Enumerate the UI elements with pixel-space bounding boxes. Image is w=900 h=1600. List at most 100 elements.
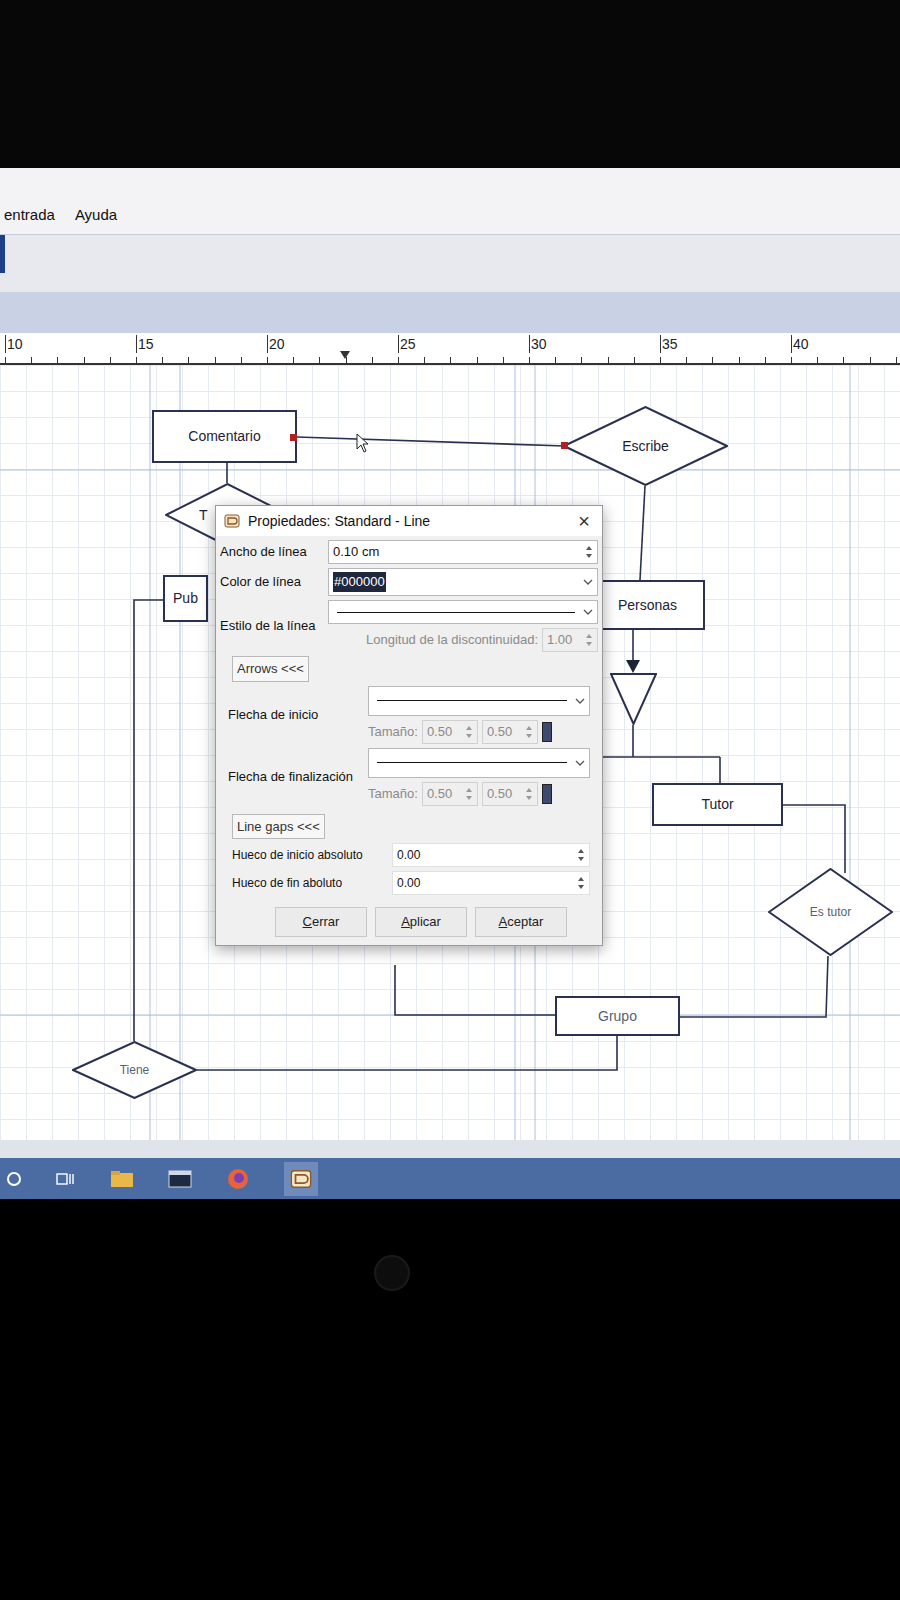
menu-item[interactable]: Ayuda [75, 204, 117, 227]
gap-value[interactable]: 0.00 [397, 846, 420, 864]
field-label: Ancho de línea [220, 542, 328, 562]
bezel-bottom [0, 1199, 900, 1600]
isa-triangle[interactable] [610, 673, 657, 725]
dialog-button[interactable]: Aceptar [475, 907, 567, 937]
laptop-logo-icon [372, 1253, 412, 1293]
relation-node[interactable]: Tiene [72, 1041, 197, 1099]
mouse-cursor-icon [356, 433, 370, 453]
field[interactable]: 0.50 [422, 782, 478, 806]
size-value[interactable]: 0.50 [427, 784, 452, 804]
size-link-button[interactable] [542, 722, 552, 742]
connection-handle[interactable] [561, 442, 568, 449]
ruler-number: 10 [5, 335, 23, 353]
spin-icon[interactable] [577, 876, 585, 890]
dialog-button[interactable]: Cerrar [275, 907, 367, 937]
chevron-down-icon[interactable] [583, 578, 593, 586]
dia-taskbar-button[interactable] [284, 1162, 318, 1196]
size-value[interactable]: 0.50 [427, 722, 452, 742]
diagram-canvas[interactable]: ComentarioEscribeTPubPersonasTutorEs tut… [0, 365, 900, 1140]
relation-node[interactable]: Escribe [563, 406, 728, 486]
entity-node[interactable]: Grupo [555, 996, 680, 1036]
dia-app-icon [290, 1169, 312, 1189]
spin-icon[interactable] [465, 725, 473, 739]
field[interactable]: 0.10 cm [328, 540, 598, 564]
width-row: Ancho de línea0.10 cm [220, 540, 598, 564]
field[interactable] [368, 686, 590, 716]
field[interactable]: 0.00 [392, 843, 590, 867]
toolbar-tool[interactable] [0, 235, 5, 273]
field[interactable]: 0.50 [422, 720, 478, 744]
arrows-toggle[interactable]: Arrows <<< [232, 656, 309, 682]
field[interactable]: 0.00 [392, 871, 590, 895]
color-row: Color de línea#000000 [220, 568, 598, 596]
chevron-down-icon[interactable] [575, 759, 585, 767]
spin-icon[interactable] [525, 725, 533, 739]
spin-icon[interactable] [465, 787, 473, 801]
task-view-icon[interactable] [56, 1171, 76, 1187]
size-value[interactable]: 0.50 [487, 784, 512, 804]
width-value[interactable]: 0.10 cm [333, 542, 379, 562]
bezel-top [0, 0, 900, 168]
line-gaps-toggle[interactable]: Line gaps <<< [232, 814, 325, 840]
entity-node[interactable]: Pub [163, 575, 208, 622]
chevron-down-icon[interactable] [583, 608, 593, 616]
close-button[interactable]: × [574, 511, 594, 531]
dash-length-row: Longitud de la discontinuidad: 1.00 [328, 628, 598, 652]
field[interactable]: 1.00 [542, 628, 598, 652]
ruler-number: 15 [136, 335, 154, 353]
field-label: Flecha de finalización [228, 767, 368, 787]
dash-length-value[interactable]: 1.00 [547, 630, 572, 650]
spin-icon[interactable] [585, 633, 593, 647]
ribbon-band [0, 292, 900, 333]
arrow-row: Flecha de inicioTamaño: 0.50 0.50 [220, 686, 598, 744]
gap-value[interactable]: 0.00 [397, 874, 420, 892]
arrow-size-row: Tamaño: 0.50 0.50 [368, 720, 598, 744]
folder-icon[interactable] [110, 1170, 134, 1188]
field-label: Hueco de fin aboluto [232, 874, 392, 892]
search-circle-icon[interactable] [6, 1171, 22, 1187]
dialog-buttons: Cerrar Aplicar Aceptar [220, 907, 598, 937]
size-label: Tamaño: [368, 722, 418, 742]
ruler-number: 30 [529, 335, 547, 353]
size-value[interactable]: 0.50 [487, 722, 512, 742]
ruler-number: 35 [660, 335, 678, 353]
field[interactable]: #000000 [328, 568, 598, 596]
dialog-button[interactable]: Aplicar [375, 907, 467, 937]
window-icon[interactable] [168, 1170, 192, 1188]
color-value[interactable]: #000000 [333, 572, 386, 592]
relation-node[interactable]: Es tutor [768, 868, 893, 956]
field-label: Estilo de la línea [220, 616, 328, 636]
entity-node[interactable]: Personas [590, 580, 705, 630]
spin-icon[interactable] [577, 848, 585, 862]
relation-label: Es tutor [768, 868, 893, 956]
ruler-ticks [5, 357, 900, 363]
field[interactable] [368, 748, 590, 778]
connection-handle[interactable] [290, 434, 297, 441]
spin-icon[interactable] [525, 787, 533, 801]
ruler-number: 20 [267, 335, 285, 353]
field[interactable]: 0.50 [482, 782, 538, 806]
field[interactable]: 0.50 [482, 720, 538, 744]
entity-node[interactable]: Comentario [152, 410, 297, 463]
arrow-style-preview [377, 700, 567, 701]
entity-node[interactable]: Tutor [652, 783, 783, 826]
ruler-number: 25 [398, 335, 416, 353]
spin-icon[interactable] [585, 545, 593, 559]
dialog-titlebar[interactable]: Propiedades: Standard - Line× [216, 506, 602, 536]
size-label: Tamaño: [368, 784, 418, 804]
field-label: Flecha de inicio [228, 705, 368, 725]
menu-item[interactable]: entrada [4, 204, 55, 227]
gap-row: Hueco de inicio absoluto 0.00 [220, 843, 598, 867]
field[interactable] [328, 600, 598, 624]
field-label: Hueco de inicio absoluto [232, 846, 392, 864]
dash-length-label: Longitud de la discontinuidad: [366, 630, 538, 650]
toolbar [0, 234, 900, 292]
chevron-down-icon[interactable] [575, 697, 585, 705]
menu-bar: entrada Ayuda [0, 168, 900, 234]
line-properties-dialog: Propiedades: Standard - Line× Ancho de lí… [215, 505, 603, 946]
field-label: Color de línea [220, 572, 328, 592]
screen-photo: entradaAyuda10152025303540ComentarioEscr… [0, 0, 900, 1600]
firefox-icon[interactable] [226, 1167, 250, 1191]
relation-label: Escribe [563, 406, 728, 486]
size-link-button[interactable] [542, 784, 552, 804]
